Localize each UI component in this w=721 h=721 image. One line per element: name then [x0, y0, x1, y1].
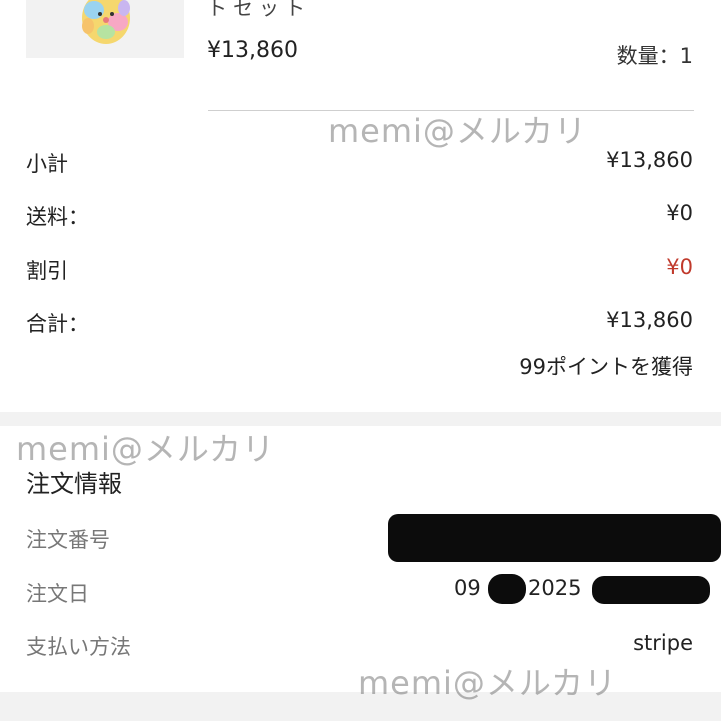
subtotal-value: ¥13,860 [606, 148, 693, 172]
order-date-year: 2025 [528, 576, 582, 600]
plush-toy-image [82, 0, 130, 44]
product-thumbnail[interactable] [26, 0, 184, 58]
payment-method-label: 支払い方法 [26, 635, 131, 659]
watermark: memi@メルカリ [358, 664, 617, 702]
product-price: ¥13,860 [207, 38, 298, 63]
order-date-label: 注文日 [26, 582, 89, 606]
shipping-label: 送料： [26, 205, 89, 229]
discount-value: ¥0 [666, 255, 693, 279]
subtotal-label: 小計 [26, 152, 68, 176]
discount-label: 割引 [26, 259, 68, 283]
order-time-redacted [592, 576, 710, 604]
watermark: memi@メルカリ [16, 430, 275, 468]
shipping-value: ¥0 [666, 201, 693, 225]
order-number-redacted [388, 514, 721, 562]
total-value: ¥13,860 [606, 308, 693, 332]
total-label: 合計： [26, 312, 89, 336]
order-date-day-redacted [488, 574, 526, 604]
order-date-month: 09 [454, 576, 481, 600]
watermark: memi@メルカリ [328, 112, 587, 150]
points-earned: 99ポイントを獲得 [519, 355, 693, 379]
product-quantity: 数量：1 [616, 44, 693, 68]
product-name: トセット [207, 0, 311, 20]
payment-method-value: stripe [633, 631, 693, 655]
order-number-label: 注文番号 [26, 528, 110, 552]
